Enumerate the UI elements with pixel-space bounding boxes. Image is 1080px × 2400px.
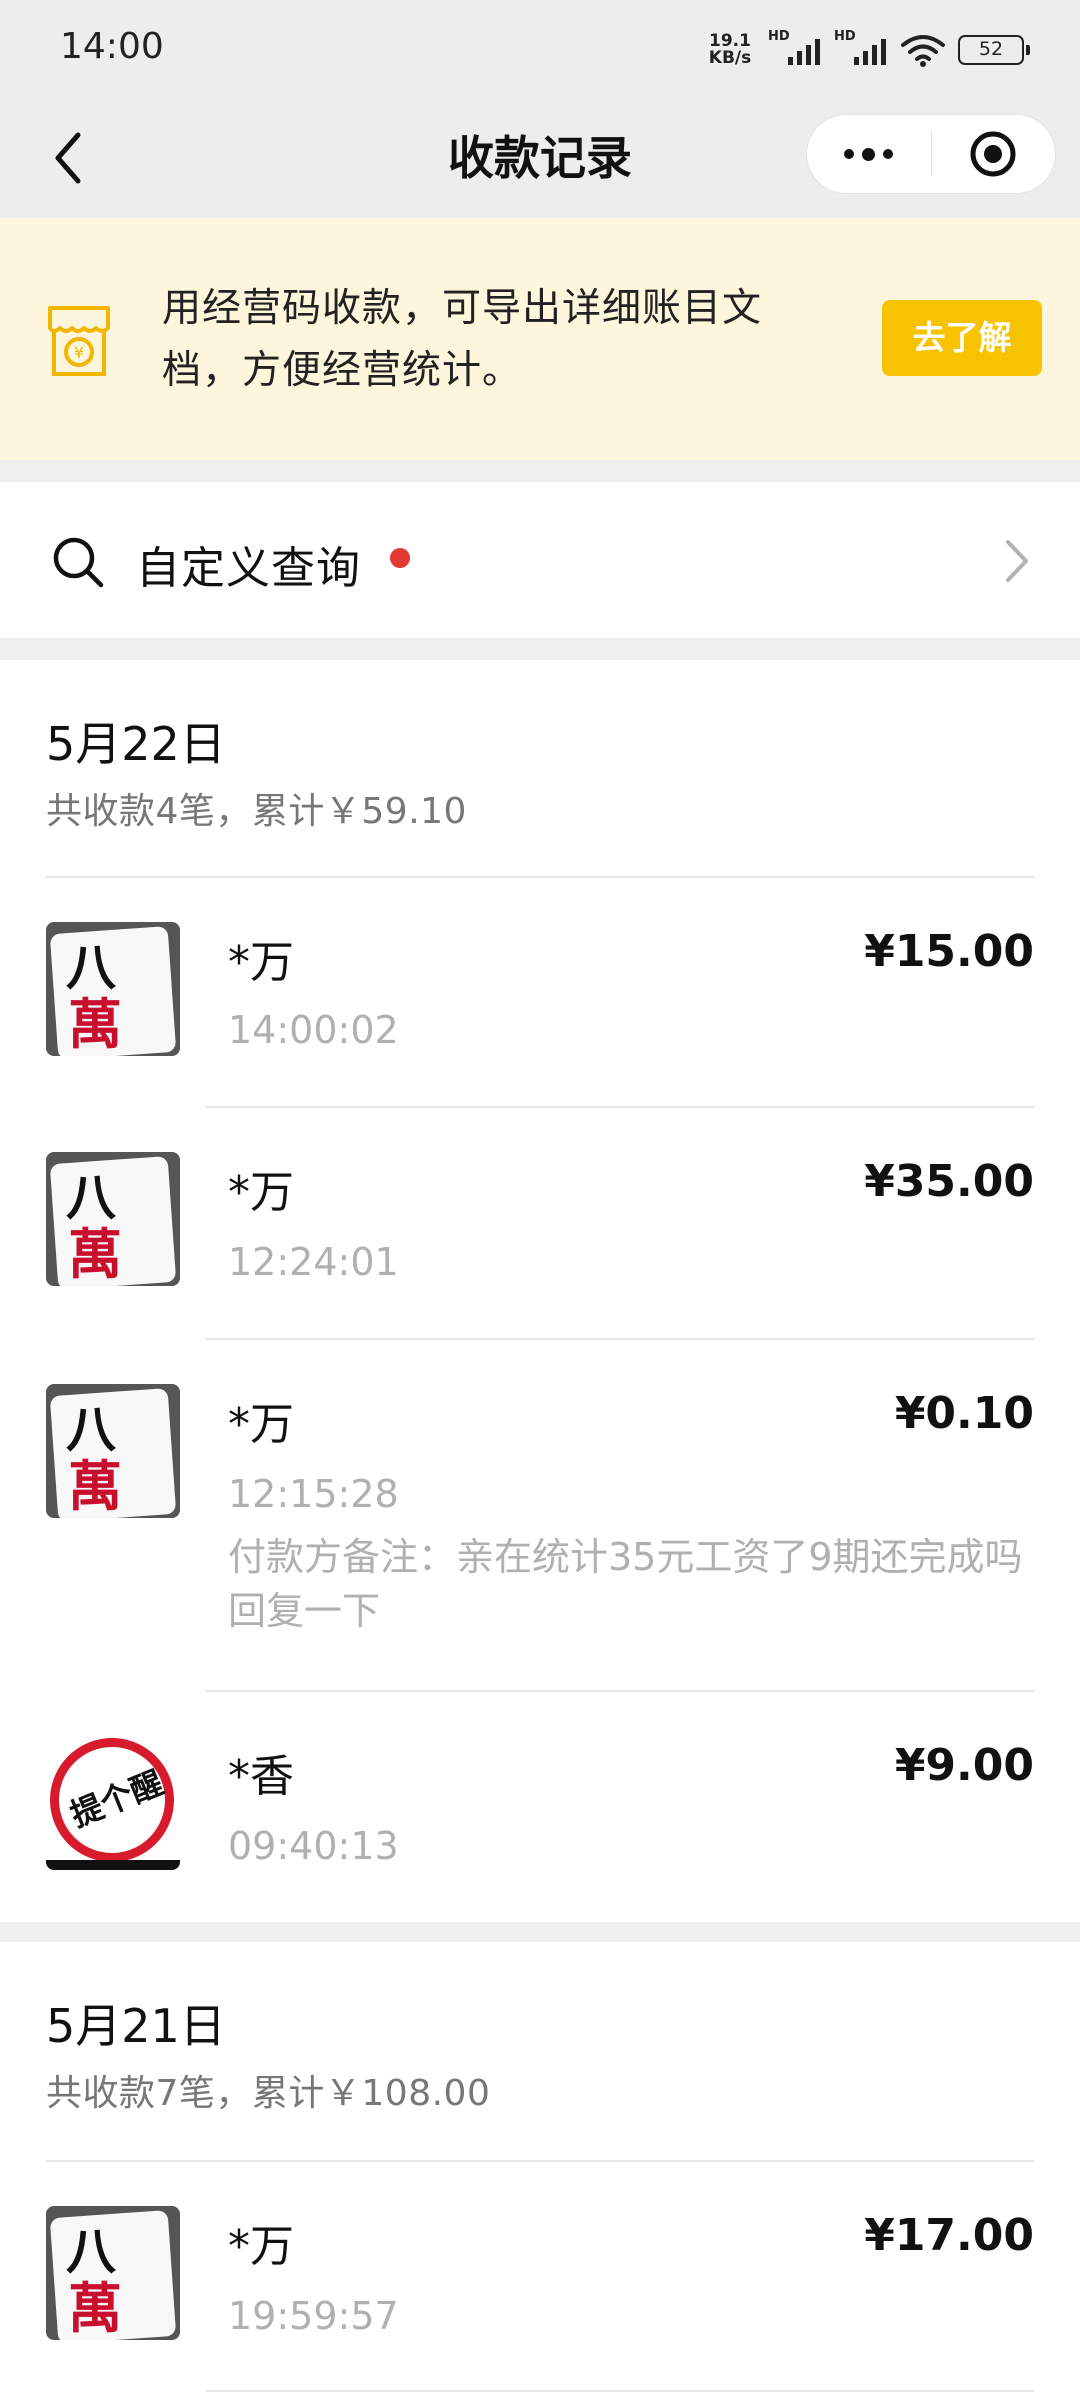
battery-icon: 52 — [958, 35, 1030, 65]
more-button[interactable] — [807, 114, 931, 194]
payer-name: *万 — [228, 2221, 294, 2272]
day-date: 5月21日 — [46, 1999, 226, 2053]
mahjong-tile-image: 八 萬 — [46, 2206, 180, 2340]
mini-program-capsule — [806, 114, 1056, 194]
close-button[interactable] — [932, 114, 1056, 194]
payer-avatar: 八 萬 — [46, 1384, 180, 1518]
payment-record[interactable]: 八 萬 *万 ¥0.10 12:15:28 付款方备注：亲在统计35元工资了9期… — [0, 1340, 1080, 1690]
signal-icon: HD — [768, 29, 822, 65]
payment-time: 12:15:28 — [228, 1472, 399, 1516]
payer-name: *万 — [228, 1399, 294, 1450]
payer-avatar: 提个醒 — [46, 1736, 180, 1870]
payment-record[interactable]: 八 萬 *万 ¥17.00 19:59:57 — [0, 2162, 1080, 2392]
payment-record[interactable]: 提个醒 *香 ¥9.00 09:40:13 — [0, 1692, 1080, 1922]
custom-query-row[interactable]: 自定义查询 — [0, 482, 1080, 638]
divider — [206, 2390, 1034, 2392]
signal-icon-2: HD — [834, 29, 888, 65]
mahjong-tile-image: 八 萬 — [46, 1384, 180, 1518]
payment-record[interactable]: 八 萬 *万 ¥35.00 12:24:01 — [0, 1108, 1080, 1338]
payment-amount: ¥15.00 — [864, 926, 1034, 977]
more-dot-icon — [883, 149, 894, 159]
payment-time: 12:24:01 — [228, 1240, 399, 1284]
more-dot-icon — [844, 149, 855, 159]
payment-record[interactable]: 八 萬 *万 ¥15.00 14:00:02 — [0, 878, 1080, 1106]
day-header: 5月21日 共收款7笔，累计￥108.00 — [46, 1990, 490, 2116]
payer-note: 付款方备注：亲在统计35元工资了9期还完成吗回复一下 — [228, 1535, 1023, 1633]
day-summary: 共收款7笔，累计￥108.00 — [46, 2073, 491, 2114]
chevron-right-icon — [1006, 540, 1028, 582]
search-icon — [53, 537, 104, 588]
status-bar: 14:00 19.1 KB/s HD HD 52 — [0, 0, 1080, 98]
day-date: 5月22日 — [46, 717, 226, 771]
payer-name: *香 — [228, 1751, 294, 1802]
wifi-icon — [901, 35, 945, 67]
network-speed: 19.1 KB/s — [708, 31, 752, 68]
target-close-icon — [970, 131, 1016, 177]
more-dot-icon — [862, 147, 876, 161]
payer-avatar: 八 萬 — [46, 2206, 180, 2340]
svg-text:¥: ¥ — [74, 343, 84, 362]
payment-amount: ¥0.10 — [894, 1388, 1034, 1439]
section-gap — [0, 1922, 1080, 1942]
custom-query-label: 自定义查询 — [136, 543, 361, 594]
mahjong-tile-image: 八 萬 — [46, 1152, 180, 1286]
section-gap — [0, 460, 1080, 482]
nav-bar: 收款记录 — [0, 98, 1080, 218]
payment-amount: ¥9.00 — [894, 1740, 1034, 1791]
learn-more-button[interactable]: 去了解 — [882, 300, 1042, 376]
payer-avatar: 八 萬 — [46, 1152, 180, 1286]
shop-icon: ¥ — [48, 306, 110, 376]
payment-time: 14:00:02 — [228, 1008, 399, 1052]
section-gap — [0, 638, 1080, 660]
day-header: 5月22日 共收款4笔，累计￥59.10 — [46, 708, 467, 834]
payer-avatar: 八 萬 — [46, 922, 180, 1056]
payment-amount: ¥17.00 — [864, 2210, 1034, 2261]
banner-text: 用经营码收款，可导出详细账目文档，方便经营统计。 — [162, 286, 763, 393]
remind-badge-image: 提个醒 — [46, 1736, 180, 1870]
payment-amount: ¥35.00 — [864, 1156, 1034, 1207]
payer-name: *万 — [228, 937, 294, 988]
mahjong-tile-image: 八 萬 — [46, 922, 180, 1056]
promo-banner: ¥ 用经营码收款，可导出详细账目文档，方便经营统计。 去了解 — [0, 218, 1080, 460]
payment-time: 09:40:13 — [228, 1824, 399, 1868]
day-summary: 共收款4笔，累计￥59.10 — [46, 791, 467, 832]
payment-time: 19:59:57 — [228, 2294, 399, 2338]
status-indicators: 19.1 KB/s HD HD 52 — [704, 28, 1030, 72]
new-badge-dot — [390, 548, 410, 568]
payer-name: *万 — [228, 1167, 294, 1218]
status-time: 14:00 — [60, 26, 164, 67]
